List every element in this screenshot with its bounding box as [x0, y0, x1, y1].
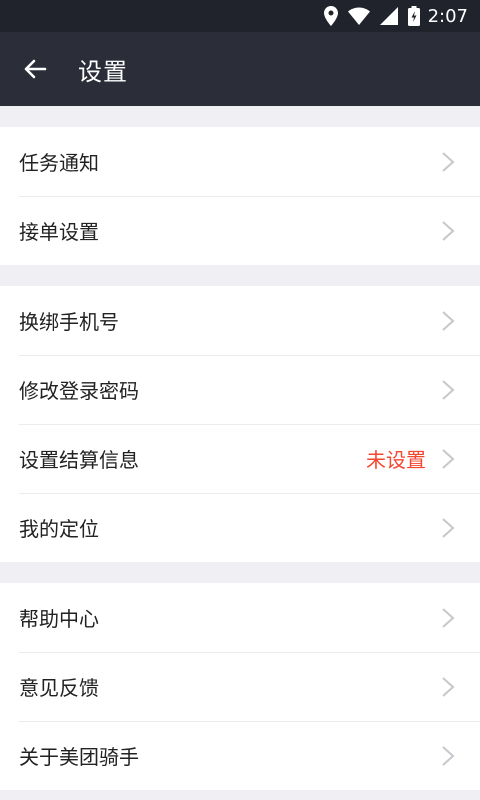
- settings-group-3: 帮助中心 意见反馈 关于美团骑手: [0, 583, 480, 790]
- chevron-right-icon: [440, 745, 456, 767]
- settings-item-about[interactable]: 关于美团骑手: [0, 721, 480, 790]
- settings-item-my-location[interactable]: 我的定位: [0, 493, 480, 562]
- settings-item-change-password[interactable]: 修改登录密码: [0, 355, 480, 424]
- settings-item-label: 意见反馈: [19, 676, 99, 700]
- chevron-right-icon: [440, 607, 456, 629]
- settings-item-settlement-info[interactable]: 设置结算信息 未设置: [0, 424, 480, 493]
- battery-charging-icon: [407, 6, 420, 26]
- settings-item-label: 帮助中心: [19, 607, 99, 631]
- settings-item-task-notification[interactable]: 任务通知: [0, 127, 480, 196]
- section-gap: [0, 106, 480, 127]
- chevron-right-icon: [440, 151, 456, 173]
- chevron-right-icon: [440, 310, 456, 332]
- arrow-left-icon: [23, 57, 47, 81]
- settings-group-1: 任务通知 接单设置: [0, 127, 480, 265]
- status-bar: 2:07: [0, 0, 480, 32]
- settings-item-label: 我的定位: [19, 517, 99, 541]
- settings-item-label: 换绑手机号: [19, 310, 119, 334]
- chevron-right-icon: [440, 517, 456, 539]
- settings-item-label: 修改登录密码: [19, 379, 139, 403]
- settings-item-label: 接单设置: [19, 220, 99, 244]
- settings-item-help-center[interactable]: 帮助中心: [0, 583, 480, 652]
- page-title: 设置: [78, 57, 128, 86]
- section-gap: [0, 562, 480, 583]
- settings-item-label: 任务通知: [19, 151, 99, 175]
- settings-item-feedback[interactable]: 意见反馈: [0, 652, 480, 721]
- settings-group-2: 换绑手机号 修改登录密码 设置结算信息 未设置 我的定位: [0, 286, 480, 562]
- chevron-right-icon: [440, 220, 456, 242]
- section-gap: [0, 265, 480, 286]
- wifi-icon: [347, 7, 370, 25]
- settings-item-order-settings[interactable]: 接单设置: [0, 196, 480, 265]
- chevron-right-icon: [440, 379, 456, 401]
- chevron-right-icon: [440, 448, 456, 470]
- settings-item-label: 关于美团骑手: [19, 745, 139, 769]
- back-button[interactable]: [0, 32, 72, 106]
- settings-item-change-phone[interactable]: 换绑手机号: [0, 286, 480, 355]
- settlement-status-value: 未设置: [366, 448, 426, 472]
- settings-item-label: 设置结算信息: [19, 448, 139, 472]
- status-time: 2:07: [427, 5, 468, 27]
- location-icon: [323, 6, 338, 26]
- cell-signal-icon: [379, 7, 398, 25]
- chevron-right-icon: [440, 676, 456, 698]
- toolbar: 设置: [0, 32, 480, 106]
